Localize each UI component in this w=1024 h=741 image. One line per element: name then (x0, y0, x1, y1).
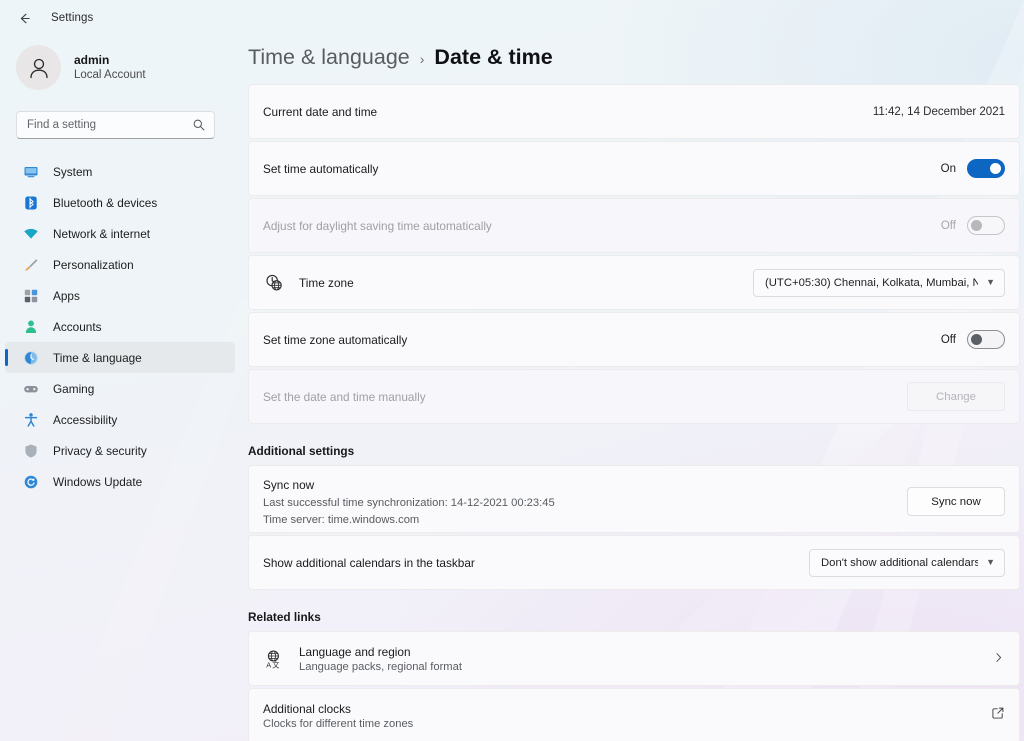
sidebar-item-label: Apps (53, 288, 80, 303)
shield-icon (22, 442, 39, 459)
svg-text:文: 文 (272, 660, 279, 669)
account-type: Local Account (74, 68, 146, 81)
set-time-zone-automatically-state: Off (940, 333, 956, 346)
related-links-heading: Related links (248, 610, 321, 624)
monitor-icon (22, 163, 39, 180)
sync-now-card: Sync now Last successful time synchroniz… (248, 465, 1020, 533)
main-content: Time & language › Date & time Current da… (240, 36, 1024, 741)
sidebar-item-label: Privacy & security (53, 443, 147, 458)
additional-calendars-value: Don't show additional calendars (821, 556, 979, 569)
sidebar-item-bluetooth-devices[interactable]: Bluetooth & devices (5, 187, 235, 218)
set-date-time-manually-card: Set the date and time manually Change (248, 369, 1020, 424)
sidebar-item-windows-update[interactable]: Windows Update (5, 466, 235, 497)
sidebar-item-label: Accessibility (53, 412, 118, 427)
account-name: admin (74, 52, 110, 67)
sidebar-item-label: Network & internet (53, 226, 151, 241)
breadcrumb-parent-link[interactable]: Time & language (248, 45, 410, 70)
sidebar-item-network-internet[interactable]: Network & internet (5, 218, 235, 249)
app-title: Settings (51, 12, 94, 24)
sidebar-item-privacy-security[interactable]: Privacy & security (5, 435, 235, 466)
adjust-daylight-saving-label: Adjust for daylight saving time automati… (263, 218, 492, 233)
apps-grid-icon (22, 287, 39, 304)
sidebar-item-gaming[interactable]: Gaming (5, 373, 235, 404)
sidebar-item-accessibility[interactable]: Accessibility (5, 404, 235, 435)
language-globe-icon: A 文 (263, 648, 285, 670)
adjust-daylight-saving-state: Off (940, 219, 956, 232)
wifi-icon (22, 225, 39, 242)
paintbrush-icon (22, 256, 39, 273)
set-time-automatically-state: On (940, 162, 956, 175)
language-and-region-link[interactable]: A 文 Language and region Language packs, … (248, 631, 1020, 686)
current-date-time-value: 11:42, 14 December 2021 (872, 105, 1005, 118)
arrow-left-icon (20, 13, 30, 23)
account-block[interactable]: admin Local Account (0, 36, 240, 90)
sidebar-item-label: Bluetooth & devices (53, 195, 158, 210)
additional-clocks-title: Additional clocks (263, 701, 351, 716)
sync-now-button[interactable]: Sync now (907, 487, 1005, 516)
additional-clocks-link[interactable]: Additional clocks Clocks for different t… (248, 688, 1020, 741)
page-title: Date & time (434, 45, 553, 69)
language-and-region-subtitle: Language packs, regional format (299, 660, 462, 673)
sidebar-item-label: Gaming (53, 381, 95, 396)
additional-calendars-label: Show additional calendars in the taskbar (263, 555, 475, 570)
sync-now-time-server: Time server: time.windows.com (263, 513, 420, 526)
titlebar: Settings (0, 0, 1024, 36)
person-icon (22, 318, 39, 335)
set-time-automatically-toggle[interactable] (967, 159, 1005, 178)
breadcrumb: Time & language › Date & time (240, 36, 1024, 70)
set-time-zone-automatically-card: Set time zone automatically Off (248, 312, 1020, 367)
set-time-zone-automatically-label: Set time zone automatically (263, 332, 408, 347)
adjust-daylight-saving-toggle (967, 216, 1005, 235)
external-link-icon (991, 706, 1005, 725)
additional-calendars-dropdown[interactable]: Don't show additional calendars ▼ (809, 548, 1005, 577)
change-button: Change (907, 382, 1005, 411)
language-and-region-title: Language and region (299, 644, 411, 659)
svg-text:A: A (266, 660, 271, 669)
sidebar-item-personalization[interactable]: Personalization (5, 249, 235, 280)
time-zone-value: (UTC+05:30) Chennai, Kolkata, Mumbai, Ne… (765, 276, 979, 289)
adjust-daylight-saving-card: Adjust for daylight saving time automati… (248, 198, 1020, 253)
search-icon (193, 119, 205, 131)
additional-calendars-card: Show additional calendars in the taskbar… (248, 535, 1020, 590)
set-date-time-manually-label: Set the date and time manually (263, 389, 426, 404)
current-date-time-card: Current date and time 11:42, 14 December… (248, 84, 1020, 139)
chevron-down-icon: ▼ (986, 557, 995, 567)
clock-globe-icon (263, 272, 285, 294)
sidebar-item-label: Personalization (53, 257, 134, 272)
sync-now-last-sync: Last successful time synchronization: 14… (263, 497, 555, 509)
person-avatar-icon (29, 58, 48, 78)
sidebar-item-label: System (53, 164, 93, 179)
update-refresh-icon (22, 473, 39, 490)
sidebar-item-apps[interactable]: Apps (5, 280, 235, 311)
sidebar: admin Local Account System (0, 36, 240, 741)
set-time-automatically-label: Set time automatically (263, 161, 379, 176)
chevron-down-icon: ▼ (986, 277, 995, 287)
avatar (16, 45, 61, 90)
sidebar-item-label: Time & language (53, 350, 142, 365)
search-box[interactable] (16, 111, 215, 139)
set-time-automatically-card: Set time automatically On (248, 141, 1020, 196)
time-zone-dropdown[interactable]: (UTC+05:30) Chennai, Kolkata, Mumbai, Ne… (753, 268, 1005, 297)
sidebar-nav: System Bluetooth & devices Network & int… (0, 156, 240, 497)
sidebar-item-label: Accounts (53, 319, 102, 334)
clock-globe-icon (22, 349, 39, 366)
additional-clocks-subtitle: Clocks for different time zones (263, 717, 414, 730)
time-zone-card: Time zone (UTC+05:30) Chennai, Kolkata, … (248, 255, 1020, 310)
set-time-zone-automatically-toggle[interactable] (967, 330, 1005, 349)
sidebar-item-system[interactable]: System (5, 156, 235, 187)
sidebar-item-label: Windows Update (53, 474, 143, 489)
current-date-time-label: Current date and time (263, 104, 378, 119)
chevron-right-icon (992, 651, 1005, 667)
breadcrumb-separator-icon: › (419, 51, 425, 67)
sidebar-item-accounts[interactable]: Accounts (5, 311, 235, 342)
sync-now-title: Sync now (263, 478, 315, 492)
sidebar-item-time-language[interactable]: Time & language (5, 342, 235, 373)
game-controller-icon (22, 380, 39, 397)
time-zone-label: Time zone (299, 275, 354, 290)
accessibility-person-icon (22, 411, 39, 428)
back-button[interactable] (11, 5, 37, 31)
search-input[interactable] (27, 119, 186, 131)
additional-settings-heading: Additional settings (248, 444, 355, 458)
bluetooth-icon (22, 194, 39, 211)
